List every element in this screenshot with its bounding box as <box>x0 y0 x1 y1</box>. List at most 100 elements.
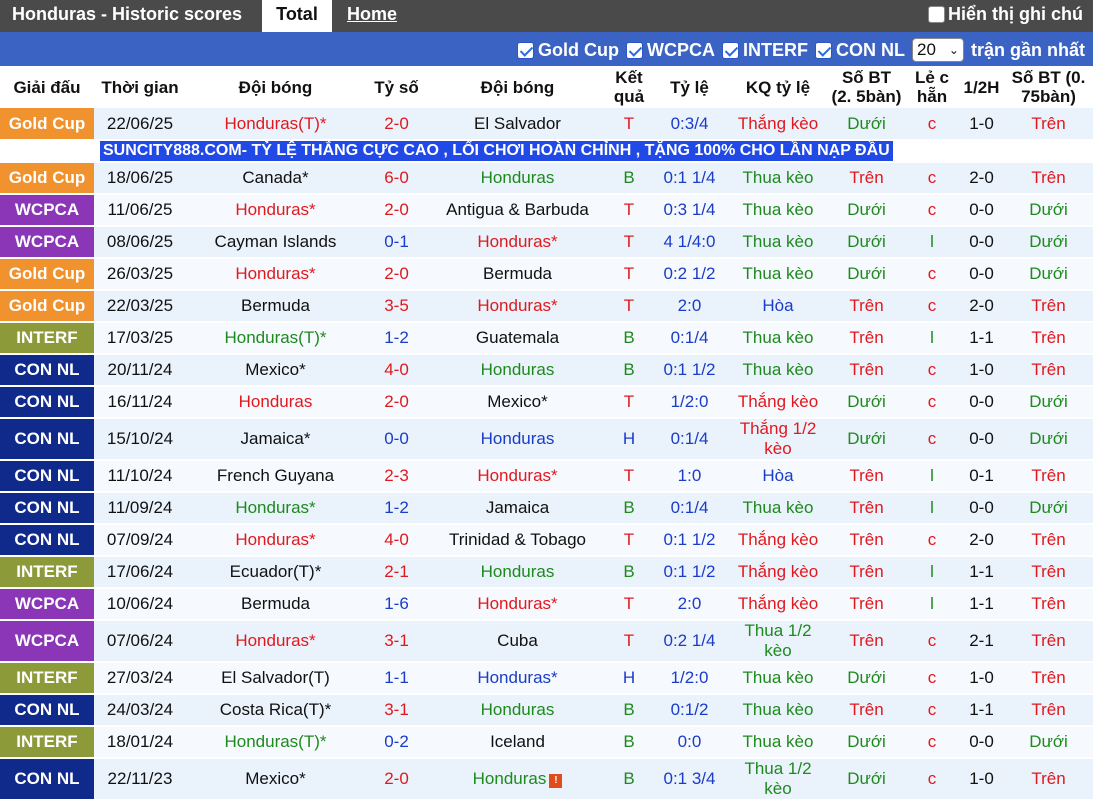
league-badge[interactable]: WCPCA <box>0 588 94 621</box>
away-team-cell[interactable]: El Salvador <box>428 108 607 141</box>
score-cell[interactable]: 3-1 <box>365 694 428 727</box>
home-team-cell[interactable]: Mexico* <box>186 354 365 387</box>
home-team-cell[interactable]: Ecuador(T)* <box>186 556 365 589</box>
filter-interf[interactable]: INTERF <box>721 40 808 61</box>
home-team-cell[interactable]: Mexico* <box>186 758 365 800</box>
over-under-cell: Dưới <box>828 226 905 259</box>
away-team-cell[interactable]: Antigua & Barbuda <box>428 194 607 227</box>
checkbox-checked-icon[interactable] <box>517 41 534 59</box>
score-cell[interactable]: 2-0 <box>365 194 428 227</box>
away-team-cell[interactable]: Honduras <box>428 162 607 195</box>
home-team-cell[interactable]: Honduras(T)* <box>186 108 365 141</box>
away-team-cell[interactable]: Honduras* <box>428 290 607 323</box>
score-cell[interactable]: 4-0 <box>365 524 428 557</box>
score-cell[interactable]: 0-1 <box>365 226 428 259</box>
away-team-cell[interactable]: Jamaica <box>428 492 607 525</box>
checkbox-checked-icon[interactable] <box>721 41 739 59</box>
odd-even-cell-text: c <box>927 769 937 788</box>
home-team-cell[interactable]: Honduras* <box>186 524 365 557</box>
score-cell[interactable]: 1-2 <box>365 322 428 355</box>
score-cell[interactable]: 2-0 <box>365 108 428 141</box>
show-notes-toggle[interactable]: Hiển thị ghi chú <box>928 4 1083 25</box>
odds-result-cell: Thắng kèo <box>728 386 828 419</box>
match-count-select[interactable]: 20 ⌄ <box>911 38 964 62</box>
home-team-cell[interactable]: Costa Rica(T)* <box>186 694 365 727</box>
league-badge[interactable]: WCPCA <box>0 226 94 259</box>
league-badge[interactable]: WCPCA <box>0 194 94 227</box>
home-team-cell[interactable]: El Salvador(T) <box>186 662 365 695</box>
away-team-cell[interactable]: Honduras* <box>428 460 607 493</box>
league-badge[interactable]: Gold Cup <box>0 162 94 195</box>
league-badge[interactable]: Gold Cup <box>0 258 94 291</box>
score-cell[interactable]: 2-0 <box>365 258 428 291</box>
odds-result-cell: Thua kèo <box>728 194 828 227</box>
home-team-cell[interactable]: Honduras* <box>186 492 365 525</box>
score-cell[interactable]: 1-2 <box>365 492 428 525</box>
away-team-cell[interactable]: Iceland <box>428 726 607 759</box>
score-cell[interactable]: 4-0 <box>365 354 428 387</box>
home-team-cell[interactable]: Jamaica* <box>186 418 365 461</box>
show-notes-checkbox[interactable] <box>928 6 945 23</box>
league-badge[interactable]: INTERF <box>0 556 94 589</box>
league-badge[interactable]: CON NL <box>0 354 94 387</box>
away-team-cell[interactable]: Honduras! <box>428 758 607 800</box>
league-badge[interactable]: INTERF <box>0 726 94 759</box>
home-team-cell[interactable]: Honduras* <box>186 620 365 663</box>
home-team-cell[interactable]: French Guyana <box>186 460 365 493</box>
away-team-cell[interactable]: Honduras <box>428 354 607 387</box>
home-team-cell[interactable]: Canada* <box>186 162 365 195</box>
filter-con-nl[interactable]: CON NL <box>814 40 905 61</box>
away-team-cell[interactable]: Honduras <box>428 556 607 589</box>
away-team-cell[interactable]: Honduras <box>428 418 607 461</box>
home-team-cell[interactable]: Honduras(T)* <box>186 726 365 759</box>
league-badge[interactable]: WCPCA <box>0 620 94 663</box>
away-team-cell[interactable]: Trinidad & Tobago <box>428 524 607 557</box>
checkbox-checked-icon[interactable] <box>814 41 832 59</box>
home-team-cell[interactable]: Bermuda <box>186 290 365 323</box>
score-cell[interactable]: 1-1 <box>365 662 428 695</box>
score-cell[interactable]: 0-2 <box>365 726 428 759</box>
home-team-cell[interactable]: Honduras* <box>186 194 365 227</box>
filter-gold-cup[interactable]: Gold Cup <box>517 40 619 61</box>
home-team-cell[interactable]: Bermuda <box>186 588 365 621</box>
league-badge[interactable]: CON NL <box>0 492 94 525</box>
home-team-cell[interactable]: Honduras <box>186 386 365 419</box>
score-cell[interactable]: 6-0 <box>365 162 428 195</box>
away-team-cell[interactable]: Cuba <box>428 620 607 663</box>
away-team-cell[interactable]: Guatemala <box>428 322 607 355</box>
league-badge[interactable]: CON NL <box>0 418 94 461</box>
score-cell[interactable]: 2-3 <box>365 460 428 493</box>
tab-total[interactable]: Total <box>262 0 332 32</box>
away-team-cell[interactable]: Honduras* <box>428 588 607 621</box>
away-team-cell[interactable]: Honduras <box>428 694 607 727</box>
league-badge[interactable]: Gold Cup <box>0 290 94 323</box>
home-team-cell[interactable]: Honduras(T)* <box>186 322 365 355</box>
league-badge[interactable]: CON NL <box>0 460 94 493</box>
odds-cell: 0:3 1/4 <box>651 194 728 227</box>
league-badge[interactable]: CON NL <box>0 758 94 800</box>
league-badge[interactable]: INTERF <box>0 662 94 695</box>
league-badge[interactable]: CON NL <box>0 524 94 557</box>
league-badge[interactable]: INTERF <box>0 322 94 355</box>
score-cell[interactable]: 2-1 <box>365 556 428 589</box>
away-team-cell[interactable]: Mexico* <box>428 386 607 419</box>
away-team-cell-text: Honduras* <box>477 668 558 687</box>
score-cell[interactable]: 2-0 <box>365 386 428 419</box>
score-cell[interactable]: 0-0 <box>365 418 428 461</box>
league-badge[interactable]: Gold Cup <box>0 108 94 141</box>
league-badge[interactable]: CON NL <box>0 694 94 727</box>
home-team-cell[interactable]: Honduras* <box>186 258 365 291</box>
ad-banner-link[interactable]: SUNCITY888.COM- TỶ LỆ THẮNG CỰC CAO , LỐ… <box>100 141 893 161</box>
score-cell[interactable]: 3-1 <box>365 620 428 663</box>
score-cell[interactable]: 1-6 <box>365 588 428 621</box>
score-cell[interactable]: 2-0 <box>365 758 428 800</box>
filter-wcpca[interactable]: WCPCA <box>625 40 715 61</box>
checkbox-checked-icon[interactable] <box>625 41 643 59</box>
tab-home[interactable]: Home <box>347 4 397 25</box>
away-team-cell[interactable]: Bermuda <box>428 258 607 291</box>
away-team-cell[interactable]: Honduras* <box>428 226 607 259</box>
home-team-cell[interactable]: Cayman Islands <box>186 226 365 259</box>
score-cell[interactable]: 3-5 <box>365 290 428 323</box>
away-team-cell[interactable]: Honduras* <box>428 662 607 695</box>
league-badge[interactable]: CON NL <box>0 386 94 419</box>
